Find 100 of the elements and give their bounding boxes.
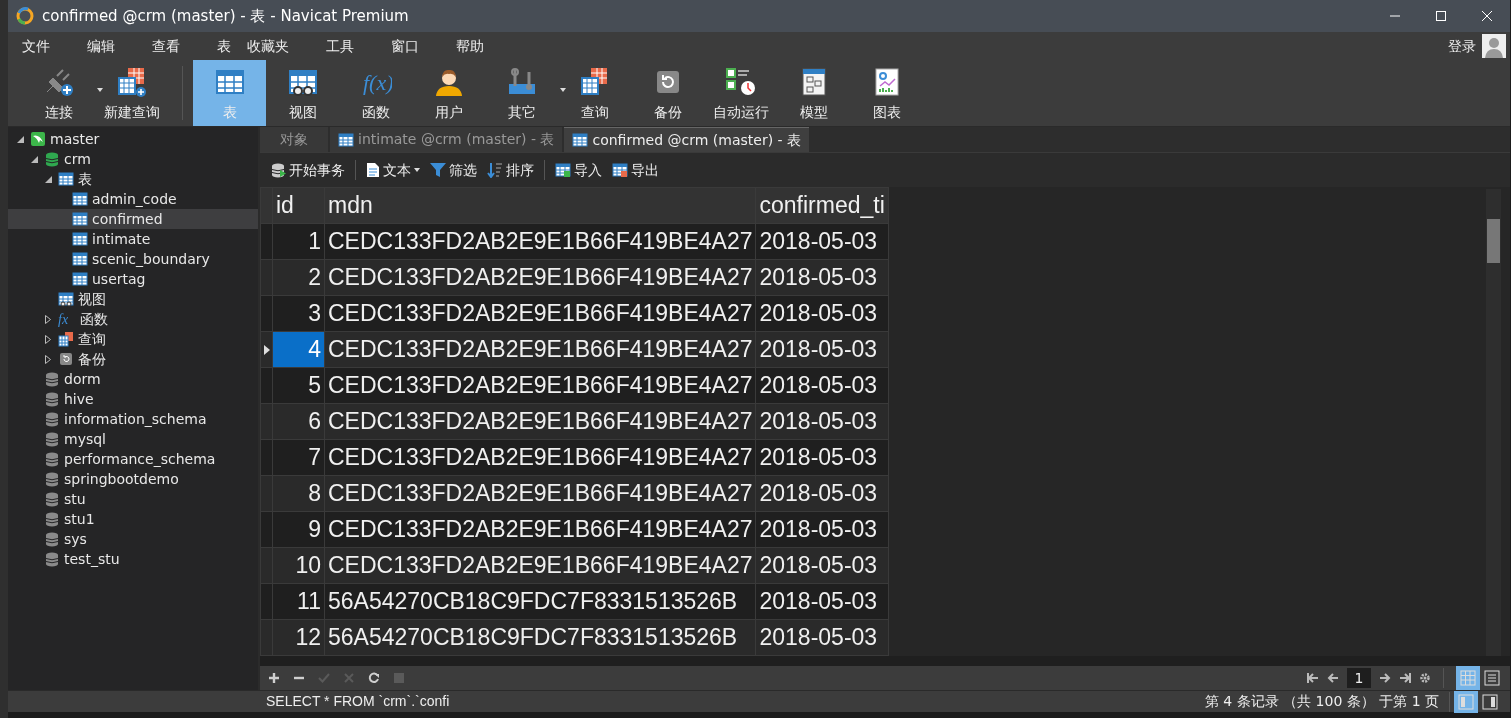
table-cell: 12 [272,619,325,656]
tree-item[interactable]: fx 函数 [8,309,258,329]
tree-item[interactable]: confirmed [8,209,258,229]
grid-tool-button[interactable]: 筛选 [426,159,481,181]
next-icon[interactable] [1379,672,1391,684]
last-page-icon[interactable] [1399,672,1411,684]
tree-item[interactable]: 表 [8,169,258,189]
toolbar-button[interactable]: 备份 [631,60,704,126]
scrollbar[interactable] [1486,189,1501,656]
menu-item[interactable]: 文件 [14,35,58,57]
sort-icon [487,162,503,178]
tree-item[interactable]: usertag [8,269,258,289]
menu-item[interactable]: 编辑 [79,35,123,57]
login-link[interactable]: 登录 [1448,35,1476,57]
app-logo-icon [16,7,34,25]
tree-item[interactable]: stu1 [8,509,258,529]
table-icon [572,132,589,148]
tree-item[interactable]: performance_schema [8,449,258,469]
tree-item[interactable]: dorm [8,369,258,389]
menu-item[interactable]: 工具 [318,35,362,57]
table-cell: 2018-05-03 [756,475,889,512]
tree-item[interactable]: scenic_boundary [8,249,258,269]
table-cell: 2018-05-03 [756,295,889,332]
maximize-icon [1435,10,1447,22]
toolbar-button[interactable]: 图表 [850,60,923,126]
refresh-icon[interactable] [368,672,380,684]
close-icon [1481,10,1493,22]
toolbar-button[interactable]: 其它 [485,60,558,126]
menu-item[interactable]: 帮助 [448,35,492,57]
tree-item[interactable]: 查询 [8,329,258,349]
toolbar-button[interactable]: 自动运行 [704,60,777,126]
expanded-icon [16,135,24,143]
table-cell: 3 [272,295,325,332]
column-header[interactable]: confirmed_ti [756,187,889,224]
table-icon [72,211,88,227]
toolbar-button[interactable]: 连接 [22,60,95,126]
table-cell: 6 [272,403,325,440]
tree-item[interactable]: 视图 [8,289,258,309]
database-icon [44,431,60,447]
table-cell: CEDC133FD2AB2E9E1B66F419BE4A27 [324,475,756,512]
menu-item[interactable]: 收藏夹 [239,35,297,57]
toolbar-button[interactable]: f(x) 函数 [339,60,412,126]
tree-item[interactable]: springbootdemo [8,469,258,489]
database-icon [44,411,60,427]
tree-item[interactable]: 备份 [8,349,258,369]
page-field[interactable]: 1 [1347,668,1371,688]
table-cell: CEDC133FD2AB2E9E1B66F419BE4A27 [324,439,756,476]
toolbar-button[interactable]: 用户 [412,60,485,126]
add-icon[interactable] [268,672,280,684]
tree-item[interactable]: information_schema [8,409,258,429]
tab[interactable]: 对象 [260,127,328,152]
function-icon: fx [58,311,76,327]
pane-toggle-button[interactable] [1454,690,1478,713]
horizontal-scrollbar[interactable] [260,656,1510,666]
menu-item[interactable]: 窗口 [383,35,427,57]
tab[interactable]: confirmed @crm (master) - 表 [564,127,810,152]
menu-item[interactable]: 表 [209,35,239,57]
avatar-icon [1482,34,1506,58]
table-icon [72,231,88,247]
table-cell: 2018-05-03 [756,223,889,260]
table-icon [72,271,88,287]
tree-item[interactable]: hive [8,389,258,409]
document-icon [366,162,380,178]
grid-tool-button[interactable]: 文本 [362,159,424,181]
tab[interactable]: intimate @crm (master) - 表 [330,127,563,152]
checklist-clock-icon [724,65,757,98]
table-cell: 2 [272,259,325,296]
expanded-icon [30,155,38,163]
menu-item[interactable]: 查看 [144,35,188,57]
grid-tool-button[interactable]: 排序 [483,159,538,181]
tree-item[interactable]: admin_code [8,189,258,209]
tree-item[interactable]: crm [8,149,258,169]
toolbar-button[interactable]: 模型 [777,60,850,126]
database-icon [44,451,60,467]
tree-item[interactable]: test_stu [8,549,258,569]
tree-item[interactable]: master [8,129,258,149]
previous-icon[interactable] [1327,672,1339,684]
table-cell: 7 [272,439,325,476]
row-pointer-icon [263,345,270,356]
export-icon [612,162,628,178]
toolbar-button[interactable]: 新建查询 [95,60,168,126]
tree-item[interactable]: stu [8,489,258,509]
table-cell: CEDC133FD2AB2E9E1B66F419BE4A27 [324,511,756,548]
sql-text: SELECT * FROM `crm`.`confi [265,692,450,711]
first-page-icon[interactable] [1307,672,1319,684]
table-icon [58,171,74,187]
tree-item[interactable]: mysql [8,429,258,449]
grid-tool-button[interactable]: 导出 [608,159,663,181]
expanded-icon [44,175,52,183]
tree-item[interactable]: sys [8,529,258,549]
table-cell: CEDC133FD2AB2E9E1B66F419BE4A27 [324,295,756,332]
column-header[interactable]: id [272,187,325,224]
grid-tool-button[interactable]: 导入 [551,159,606,181]
table-cell: 8 [272,475,325,512]
toolbar-button[interactable]: 视图 [266,60,339,126]
tree-item[interactable]: intimate [8,229,258,249]
toolbar-button[interactable]: 查询 [558,60,631,126]
grid-tool-button[interactable]: 开始事务 [266,159,349,181]
settings-icon[interactable] [1419,672,1431,684]
column-header[interactable]: mdn [324,187,756,224]
